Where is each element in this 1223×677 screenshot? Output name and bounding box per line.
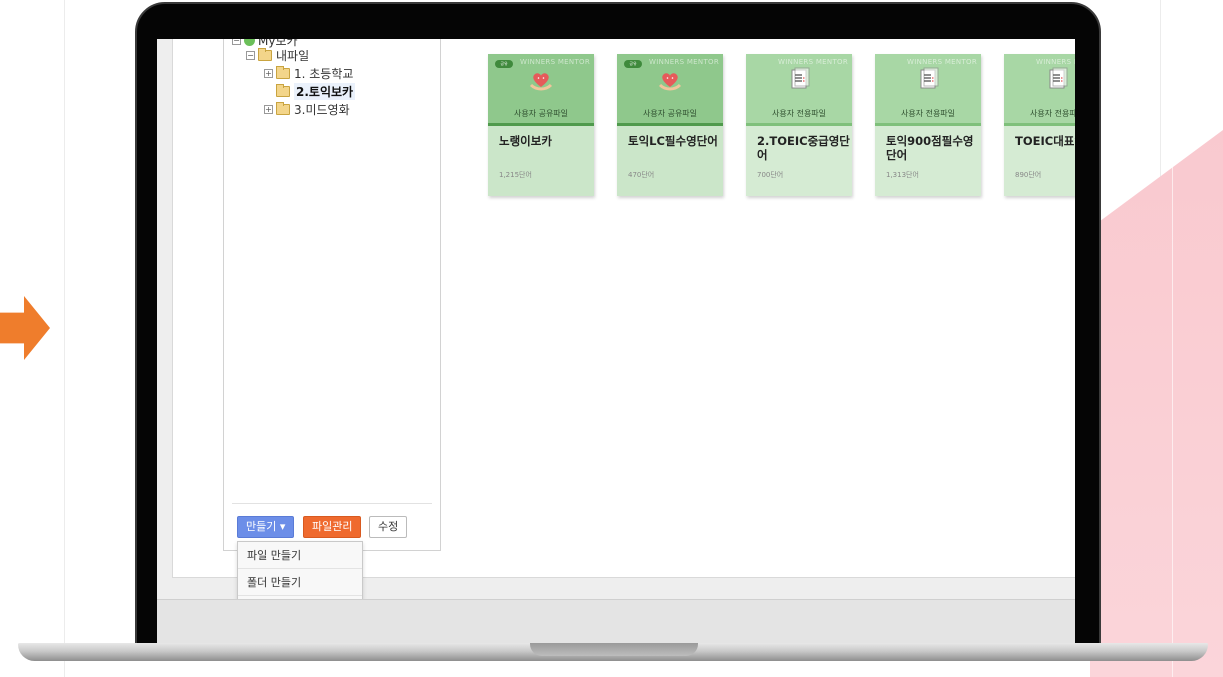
card-word-count: 700단어 — [757, 171, 784, 179]
card-type-label: 사용자 전용파일 — [771, 109, 827, 118]
card-word-count: 470단어 — [628, 171, 655, 179]
card-type-label: 사용자 공유파일 — [642, 109, 698, 118]
heart-hands-icon — [658, 73, 682, 91]
vocab-card[interactable]: 공유 WINNERS MENTOR 사용자 공유파일 노랭이보카 1,215단어 — [488, 54, 594, 196]
bottom-bar — [157, 599, 1075, 644]
card-word-count: 1,313단어 — [886, 171, 919, 179]
document-icon — [920, 67, 939, 89]
content-panel: − My보카 − 내파일 + 1. 초등학교 2.토익보카 + 3.미드영화 만… — [172, 39, 1075, 621]
heart-hands-icon — [529, 73, 553, 91]
menu-item-make-file[interactable]: 파일 만들기 — [238, 542, 362, 569]
folder-icon — [276, 102, 290, 115]
tree-item-label: 1. 초등학교 — [294, 67, 354, 81]
card-type-label: 사용자 전용파일 — [1029, 109, 1075, 118]
page-guide-left — [64, 0, 65, 677]
card-word-count: 890단어 — [1015, 171, 1042, 179]
vocab-card[interactable]: WINNERS MENTOR 사용자 전용파일 2.TOEIC중급영단어 700… — [746, 54, 852, 196]
folder-tree: − My보카 − 내파일 + 1. 초등학교 2.토익보카 + 3.미드영화 — [223, 39, 441, 551]
tree-item-my-files[interactable]: − 내파일 — [246, 47, 309, 64]
menu-item-make-folder[interactable]: 폴더 만들기 — [238, 569, 362, 596]
card-header: WINNERS MENTOR 사용자 전용파일 — [746, 54, 852, 126]
root-icon — [244, 39, 255, 46]
card-header: WINNERS MENTOR 사용자 전용파일 — [875, 54, 981, 126]
folder-icon — [276, 66, 290, 79]
watermark: WINNERS MENTOR — [907, 58, 977, 66]
vocab-card[interactable]: WINNERS MENTOR 사용자 전용파일 토익900점필수영단어 1,31… — [875, 54, 981, 196]
shared-badge: 공유 — [495, 60, 513, 68]
decorative-pink-shape — [1090, 130, 1223, 677]
watermark: WINNERS MENTOR — [649, 58, 719, 66]
card-title: 2.TOEIC중급영단어 — [757, 134, 850, 162]
laptop-screen: − My보카 − 내파일 + 1. 초등학교 2.토익보카 + 3.미드영화 만… — [157, 39, 1075, 644]
shared-badge: 공유 — [624, 60, 642, 68]
tree-item-label: 내파일 — [276, 49, 310, 63]
divider — [232, 503, 432, 504]
watermark: WINNERS MENTOR — [1036, 58, 1075, 66]
document-icon — [1049, 67, 1068, 89]
laptop-notch — [530, 643, 698, 656]
vocab-card[interactable]: WINNERS MENTOR 사용자 전용파일 TOEIC대표영단어 890단어 — [1004, 54, 1075, 196]
tree-item-label: 2.토익보카 — [294, 83, 356, 100]
card-header: 공유 WINNERS MENTOR 사용자 공유파일 — [488, 54, 594, 126]
orange-arrow-icon — [0, 296, 50, 360]
decorative-line — [1172, 0, 1173, 677]
file-manage-button[interactable]: 파일관리 — [303, 516, 362, 538]
document-icon — [791, 67, 810, 89]
card-type-label: 사용자 공유파일 — [513, 109, 569, 118]
tree-item-elementary[interactable]: + 1. 초등학교 — [264, 65, 353, 82]
watermark: WINNERS MENTOR — [520, 58, 590, 66]
card-header: 공유 WINNERS MENTOR 사용자 공유파일 — [617, 54, 723, 126]
expand-icon[interactable]: + — [264, 105, 273, 114]
card-title: 토익900점필수영단어 — [886, 134, 974, 162]
card-title: TOEIC대표영단어 — [1015, 134, 1075, 148]
folder-icon — [258, 48, 272, 61]
edit-button[interactable]: 수정 — [369, 516, 408, 538]
card-header: WINNERS MENTOR 사용자 전용파일 — [1004, 54, 1075, 126]
collapse-icon[interactable]: − — [246, 51, 255, 60]
make-button[interactable]: 만들기 ▾ — [237, 516, 295, 538]
card-word-count: 1,215단어 — [499, 171, 532, 179]
collapse-icon[interactable]: − — [232, 39, 241, 45]
card-title: 노랭이보카 — [499, 134, 552, 148]
watermark: WINNERS MENTOR — [778, 58, 848, 66]
tree-item-drama[interactable]: + 3.미드영화 — [264, 101, 350, 118]
tree-item-label: 3.미드영화 — [294, 103, 350, 117]
expand-icon[interactable]: + — [264, 69, 273, 78]
card-type-label: 사용자 전용파일 — [900, 109, 956, 118]
folder-icon — [276, 84, 290, 97]
vocab-card[interactable]: 공유 WINNERS MENTOR 사용자 공유파일 토익LC필수영단어 470… — [617, 54, 723, 196]
card-title: 토익LC필수영단어 — [628, 134, 718, 148]
tree-item-toeic[interactable]: 2.토익보카 — [276, 83, 356, 100]
